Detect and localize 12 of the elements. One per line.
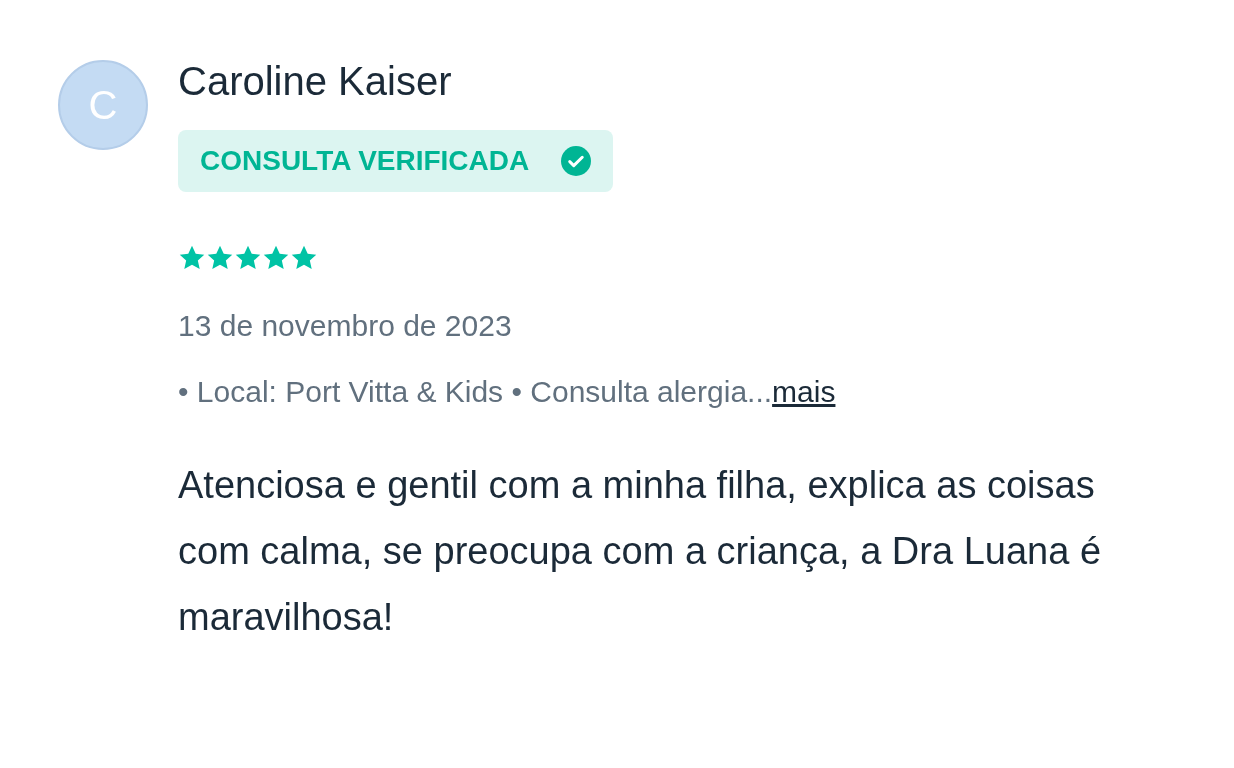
author-name: Caroline Kaiser xyxy=(178,60,453,102)
review-date: 13 de novembro de 2023 xyxy=(178,308,513,344)
visit-details: • Local: Port Vitta & Kids • Consulta alergia... xyxy=(178,374,773,410)
avatar: C xyxy=(58,60,148,150)
star-icon xyxy=(178,244,206,272)
star-icon xyxy=(290,244,318,272)
star-icon xyxy=(206,244,234,272)
star-icon xyxy=(234,244,262,272)
badge-label: CONSULTA VERIFICADA xyxy=(200,144,530,178)
more-link[interactable]: mais xyxy=(772,374,836,410)
star-icon xyxy=(262,244,290,272)
review-text: Atenciosa e gentil com a minha filha, explica as coisas com calma, se preocupa com a criança, a Dra Luana é maravilhosa! xyxy=(178,463,1103,640)
